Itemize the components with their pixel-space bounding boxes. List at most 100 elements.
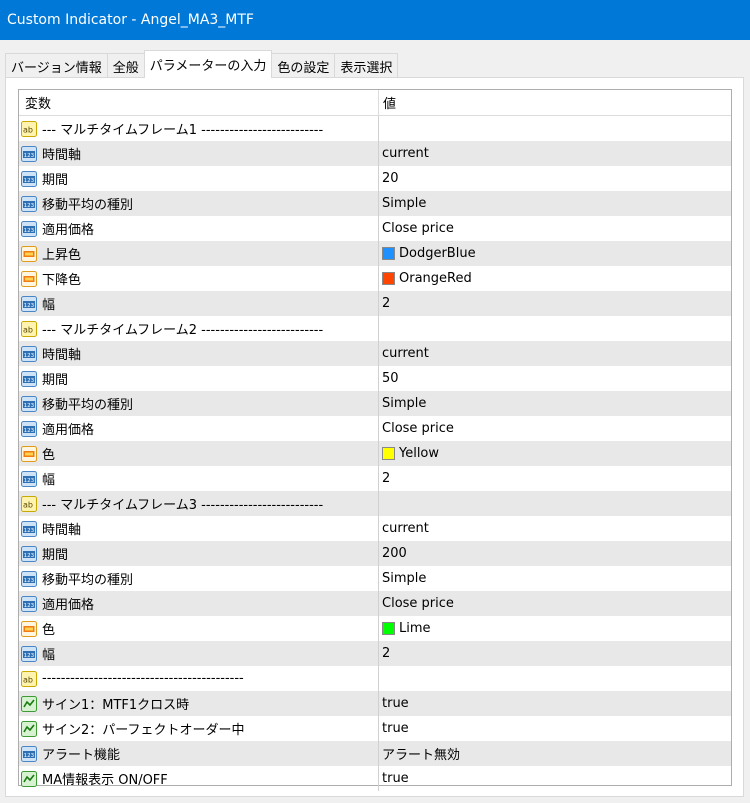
value-cell[interactable]: true [379, 766, 731, 791]
parameter-row[interactable]: 123 適用価格 Close price [19, 216, 731, 241]
value-cell[interactable]: Close price [379, 591, 731, 616]
parameter-row[interactable]: 上昇色 DodgerBlue [19, 241, 731, 266]
value-label: 2 [382, 471, 391, 486]
tab-colors[interactable]: 色の設定 [271, 53, 336, 78]
parameter-row[interactable]: 123 アラート機能 アラート無効 [19, 741, 731, 766]
number-icon: 123 [21, 195, 37, 212]
parameter-row[interactable]: 123 時間軸 current [19, 141, 731, 166]
value-cell[interactable]: OrangeRed [379, 266, 731, 291]
parameter-row[interactable]: 123 幅 2 [19, 291, 731, 316]
parameter-row[interactable]: 123 期間 20 [19, 166, 731, 191]
parameter-row[interactable]: 123 適用価格 Close price [19, 591, 731, 616]
parameters-grid: 変数 値 ab --- マルチタイムフレーム1 -----------------… [18, 89, 732, 791]
parameter-row[interactable]: 123 移動平均の種別 Simple [19, 191, 731, 216]
tab-visualization[interactable]: 表示選択 [334, 53, 399, 78]
variable-label: アラート機能 [42, 748, 121, 763]
value-cell[interactable]: 20 [379, 166, 731, 191]
number-icon: 123 [21, 395, 37, 412]
parameter-row[interactable]: 123 幅 2 [19, 466, 731, 491]
value-cell[interactable]: Yellow [379, 441, 731, 466]
svg-text:123: 123 [24, 177, 35, 183]
value-cell[interactable]: current [379, 341, 731, 366]
tab-label: 表示選択 [340, 60, 393, 76]
parameter-row[interactable]: ab --- マルチタイムフレーム1 ----------------------… [19, 116, 731, 141]
column-header-value[interactable]: 値 [379, 90, 731, 115]
value-cell[interactable]: true [379, 716, 731, 741]
value-cell[interactable]: 2 [379, 291, 731, 316]
variable-cell: 123 適用価格 [19, 216, 379, 241]
parameter-row[interactable]: ab --- マルチタイムフレーム3 ----------------------… [19, 491, 731, 516]
bool-icon [21, 770, 37, 787]
parameter-row[interactable]: 123 期間 200 [19, 541, 731, 566]
variable-label: 上昇色 [42, 248, 82, 263]
variable-cell: ab --- マルチタイムフレーム2 ----------------------… [19, 316, 379, 341]
number-icon: 123 [21, 520, 37, 537]
svg-text:ab: ab [23, 675, 33, 684]
value-cell[interactable]: 200 [379, 541, 731, 566]
value-cell[interactable]: 2 [379, 641, 731, 666]
svg-text:ab: ab [23, 500, 33, 509]
parameter-row[interactable]: MA情報表示 ON/OFF true [19, 766, 731, 791]
parameter-row[interactable]: ab --------------------------------------… [19, 666, 731, 691]
parameter-row[interactable]: ab --- マルチタイムフレーム2 ----------------------… [19, 316, 731, 341]
value-cell[interactable] [379, 316, 731, 341]
value-cell[interactable]: Simple [379, 191, 731, 216]
value-cell[interactable] [379, 491, 731, 516]
value-cell[interactable] [379, 666, 731, 691]
value-label: 200 [382, 546, 407, 561]
parameter-row[interactable]: 123 時間軸 current [19, 516, 731, 541]
parameter-row[interactable]: 123 幅 2 [19, 641, 731, 666]
parameter-row[interactable]: 123 期間 50 [19, 366, 731, 391]
value-cell[interactable]: current [379, 141, 731, 166]
value-cell[interactable] [379, 116, 731, 141]
parameter-row[interactable]: 色 Lime [19, 616, 731, 641]
parameter-row[interactable]: 123 適用価格 Close price [19, 416, 731, 441]
variable-label: 幅 [42, 473, 56, 488]
value-label: true [382, 696, 409, 711]
value-label: current [382, 146, 429, 161]
window-title: Custom Indicator - Angel_MA3_MTF [7, 12, 254, 28]
variable-label: 適用価格 [42, 598, 95, 613]
parameter-row[interactable]: 下降色 OrangeRed [19, 266, 731, 291]
svg-text:123: 123 [24, 652, 35, 658]
column-header-variable[interactable]: 変数 [19, 90, 379, 115]
value-label: DodgerBlue [399, 246, 476, 261]
value-cell[interactable]: アラート無効 [379, 741, 731, 766]
variable-label: サイン1：MTF1クロス時 [42, 698, 190, 713]
value-cell[interactable]: true [379, 691, 731, 716]
tab-input-parameters[interactable]: パラメーターの入力 [143, 50, 273, 78]
number-icon: 123 [21, 145, 37, 162]
value-cell[interactable]: current [379, 516, 731, 541]
variable-label: 下降色 [42, 273, 82, 288]
number-icon: 123 [21, 545, 37, 562]
variable-cell: 123 時間軸 [19, 141, 379, 166]
tab-panel: 変数 値 ab --- マルチタイムフレーム1 -----------------… [5, 77, 744, 797]
grid-header: 変数 値 [19, 90, 731, 116]
parameter-row[interactable]: 123 移動平均の種別 Simple [19, 391, 731, 416]
value-cell[interactable]: DodgerBlue [379, 241, 731, 266]
svg-text:ab: ab [23, 125, 33, 134]
parameter-row[interactable]: 123 時間軸 current [19, 341, 731, 366]
value-cell[interactable]: Close price [379, 216, 731, 241]
value-cell[interactable]: 2 [379, 466, 731, 491]
tab-label: バージョン情報 [11, 60, 102, 76]
string-icon: ab [21, 670, 37, 687]
value-cell[interactable]: Close price [379, 416, 731, 441]
tab-version-info[interactable]: バージョン情報 [5, 53, 108, 78]
value-cell[interactable]: Simple [379, 566, 731, 591]
tab-general[interactable]: 全般 [106, 53, 145, 78]
color-swatch [382, 272, 395, 285]
variable-cell: 123 移動平均の種別 [19, 566, 379, 591]
value-cell[interactable]: Simple [379, 391, 731, 416]
parameter-row[interactable]: 123 移動平均の種別 Simple [19, 566, 731, 591]
variable-cell: 123 幅 [19, 291, 379, 316]
variable-cell: ab --------------------------------------… [19, 666, 379, 691]
svg-text:123: 123 [24, 427, 35, 433]
value-cell[interactable]: Lime [379, 616, 731, 641]
parameter-row[interactable]: サイン1：MTF1クロス時 true [19, 691, 731, 716]
parameter-row[interactable]: 色 Yellow [19, 441, 731, 466]
parameter-row[interactable]: サイン2：パーフェクトオーダー中 true [19, 716, 731, 741]
variable-cell: 123 適用価格 [19, 591, 379, 616]
value-cell[interactable]: 50 [379, 366, 731, 391]
variable-cell: サイン2：パーフェクトオーダー中 [19, 716, 379, 741]
